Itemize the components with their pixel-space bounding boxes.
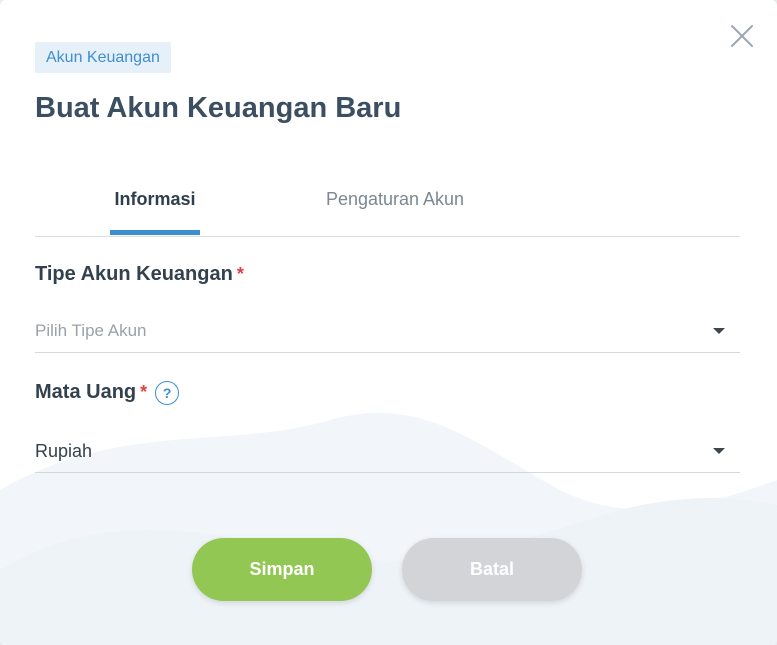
account-type-select[interactable]: Pilih Tipe Akun: [35, 310, 740, 353]
account-type-label-text: Tipe Akun Keuangan: [35, 263, 233, 285]
tab-pengaturan-akun[interactable]: Pengaturan Akun: [305, 170, 485, 235]
close-button[interactable]: [726, 20, 758, 52]
currency-label: Mata Uang *?: [35, 379, 180, 405]
currency-select[interactable]: Rupiah: [35, 430, 740, 473]
account-type-label: Tipe Akun Keuangan *: [35, 261, 244, 287]
required-mark: *: [236, 264, 244, 284]
save-button[interactable]: Simpan: [192, 538, 372, 601]
caret-down-icon: [713, 328, 725, 334]
close-icon: [731, 25, 753, 47]
tab-informasi[interactable]: Informasi: [110, 170, 200, 235]
currency-label-text: Mata Uang: [35, 381, 137, 403]
tab-bar: Informasi Pengaturan Akun: [35, 170, 740, 237]
category-badge: Akun Keuangan: [35, 42, 171, 73]
create-account-dialog: Akun Keuangan Buat Akun Keuangan Baru In…: [0, 0, 777, 645]
background-waves: [0, 412, 777, 645]
dialog-title: Buat Akun Keuangan Baru: [35, 92, 402, 124]
caret-down-icon: [713, 448, 725, 454]
required-mark: *: [140, 382, 148, 402]
question-circle-icon[interactable]: ?: [155, 380, 180, 405]
cancel-button[interactable]: Batal: [402, 538, 582, 601]
account-type-placeholder: Pilih Tipe Akun: [35, 321, 147, 340]
currency-value: Rupiah: [35, 441, 93, 461]
